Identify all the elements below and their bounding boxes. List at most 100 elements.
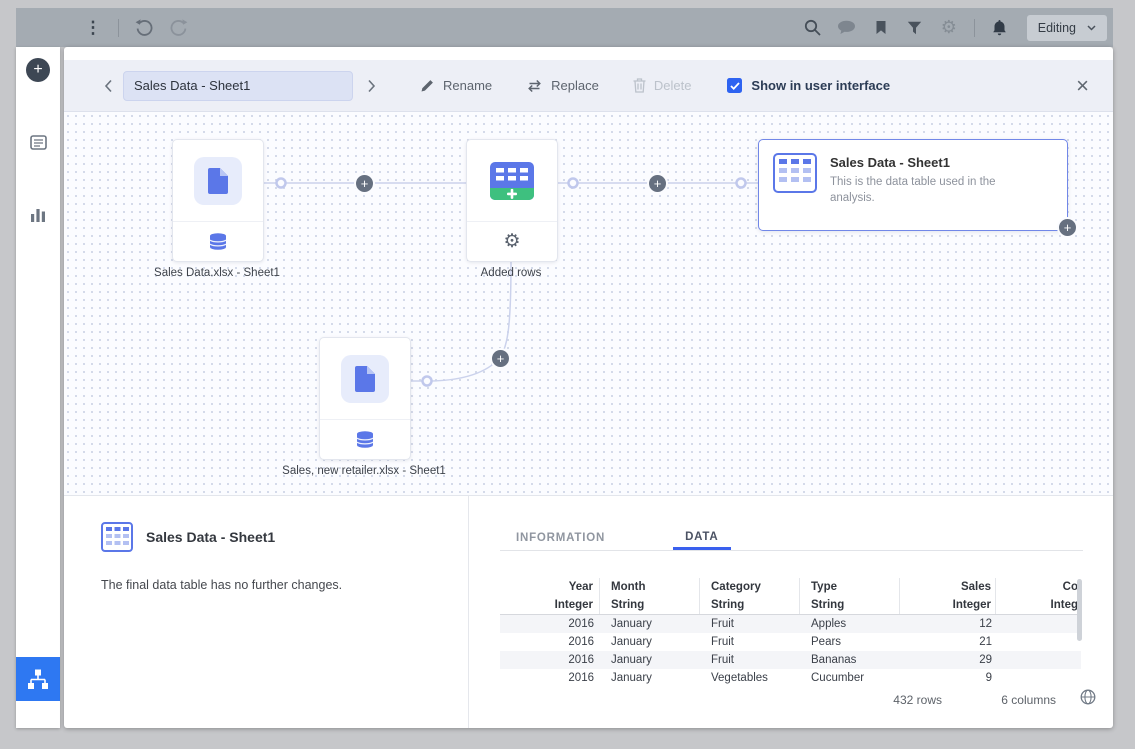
add-rows-columns-button[interactable]: + (1057, 217, 1078, 238)
data-table-icon (101, 522, 133, 552)
column-type: String (700, 596, 800, 614)
cell (996, 615, 1081, 633)
mode-dropdown-label: Editing (1038, 21, 1076, 35)
chevron-down-icon (1087, 25, 1096, 31)
pages-list-icon (30, 135, 47, 150)
chevron-left-icon (104, 79, 113, 93)
node-body (173, 140, 263, 222)
filter-button[interactable] (898, 8, 932, 47)
node-body (320, 338, 410, 420)
cell: Vegetables (700, 669, 800, 687)
table-row: 2016 January Fruit Apples 12 (500, 615, 1081, 633)
undo-button[interactable] (127, 8, 161, 47)
cell: 21 (900, 633, 996, 651)
plus-icon: + (1064, 221, 1072, 234)
sidebar-item-visualizations[interactable] (29, 206, 47, 222)
file-tile (194, 157, 242, 205)
gear-icon: ⚙ (941, 17, 957, 38)
data-table-icon (773, 153, 817, 193)
menu-kebab-button[interactable]: ⋮ (76, 8, 110, 47)
node-added-rows[interactable]: ⚙ (466, 139, 558, 262)
data-flow-canvas: Sales Data.xlsx - Sheet1 ⚙ Added rows (64, 112, 1113, 495)
search-icon (804, 19, 821, 36)
delete-button[interactable]: Delete (633, 78, 692, 93)
table-row: 2016 January Fruit Pears 21 (500, 633, 1081, 651)
check-icon (730, 82, 740, 90)
data-canvas-button[interactable] (16, 657, 60, 701)
pencil-icon (420, 78, 435, 93)
delete-label: Delete (654, 78, 692, 93)
kebab-icon: ⋮ (85, 18, 102, 38)
final-node-title: Sales Data - Sheet1 (830, 155, 1028, 170)
show-in-ui-checkbox[interactable] (727, 78, 742, 93)
node-footer (173, 222, 263, 261)
plus-icon: + (497, 352, 505, 365)
cell: Fruit (700, 651, 800, 669)
add-transformation-button[interactable]: + (490, 348, 511, 369)
add-transformation-button[interactable]: + (647, 173, 668, 194)
node-source-file-1[interactable] (172, 139, 264, 262)
column-header: Sales (900, 578, 996, 596)
funnel-icon (907, 21, 922, 35)
node-label: Added rows (391, 267, 631, 279)
bell-icon (992, 19, 1007, 36)
mode-dropdown[interactable]: Editing (1027, 15, 1107, 41)
tab-information[interactable]: INFORMATION (504, 526, 617, 550)
search-button[interactable] (796, 8, 830, 47)
row-count: 432 rows (893, 693, 942, 707)
cell: Cucumber (800, 669, 900, 687)
notifications-button[interactable] (983, 8, 1017, 47)
column-type: Integer (500, 596, 600, 614)
replace-button[interactable]: Replace (526, 78, 599, 93)
tab-data[interactable]: DATA (673, 526, 730, 550)
settings-button[interactable]: ⚙ (932, 8, 966, 47)
bar-chart-icon (30, 207, 46, 222)
bookmarks-button[interactable] (864, 8, 898, 47)
cell: 2016 (500, 633, 600, 651)
details-message: The final data table has no further chan… (101, 578, 438, 592)
table-row: 2016 January Vegetables Cucumber 9 (500, 669, 1081, 687)
comments-button[interactable] (830, 8, 864, 47)
toolbar-divider (118, 19, 119, 37)
cell: 2016 (500, 651, 600, 669)
rename-button[interactable]: Rename (420, 78, 492, 93)
comment-icon (837, 20, 856, 35)
globe-icon (1080, 689, 1096, 705)
node-final-table[interactable]: Sales Data - Sheet1 This is the data tab… (758, 139, 1068, 231)
node-label: Sales Data.xlsx - Sheet1 (97, 267, 337, 279)
plus-icon: + (361, 177, 369, 190)
table-vertical-scrollbar[interactable] (1077, 579, 1082, 641)
close-button[interactable]: × (1076, 75, 1089, 97)
toolbar-divider (974, 19, 975, 37)
table-header: Year Month Category Type Sales Co Intege… (500, 578, 1081, 615)
add-transformation-button[interactable]: + (354, 173, 375, 194)
cell: Bananas (800, 651, 900, 669)
node-footer (320, 420, 410, 459)
column-count: 6 columns (1001, 693, 1056, 707)
add-content-button[interactable]: + (26, 58, 50, 82)
redo-button[interactable] (161, 8, 195, 47)
cell: January (600, 633, 700, 651)
prev-table-button[interactable] (104, 79, 113, 93)
node-source-file-2[interactable] (319, 337, 411, 460)
plus-icon: + (33, 62, 42, 78)
locale-button[interactable] (1080, 689, 1096, 710)
undo-icon (135, 19, 154, 36)
table-name-input[interactable] (123, 71, 353, 101)
plus-icon: + (654, 177, 662, 190)
column-type: Integ (996, 596, 1081, 614)
trash-icon (633, 78, 646, 93)
data-preview-table: Year Month Category Type Sales Co Intege… (500, 578, 1081, 687)
cell (996, 651, 1081, 669)
cell: 2016 (500, 669, 600, 687)
next-table-button[interactable] (367, 79, 376, 93)
data-canvas-panel: Rename Replace Delete Show in user inter… (64, 47, 1113, 728)
data-table-header-bar: Rename Replace Delete Show in user inter… (64, 60, 1113, 112)
cell: 2016 (500, 615, 600, 633)
cell: Fruit (700, 633, 800, 651)
cell: Apples (800, 615, 900, 633)
show-in-ui-group: Show in user interface (727, 78, 890, 93)
sidebar-item-pages[interactable] (29, 134, 47, 150)
final-node-text: Sales Data - Sheet1 This is the data tab… (830, 153, 1028, 217)
cell: Pears (800, 633, 900, 651)
